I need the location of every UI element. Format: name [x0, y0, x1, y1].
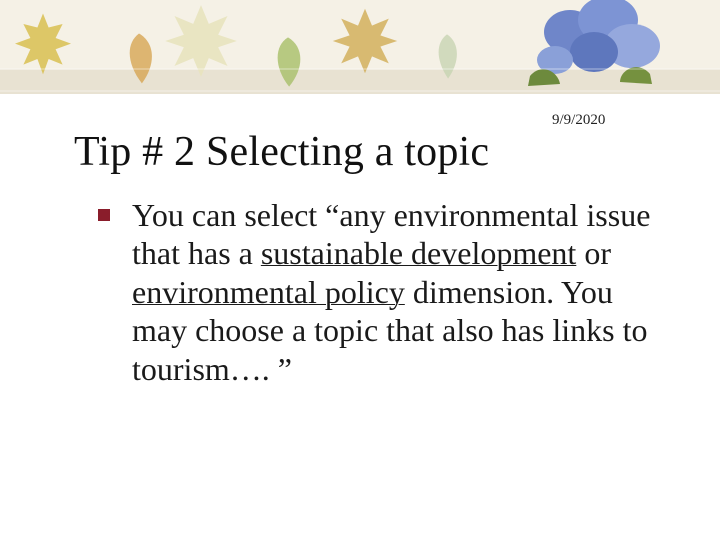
leaf-icon	[260, 34, 316, 90]
bullet-icon	[98, 209, 110, 221]
slide-date: 9/9/2020	[552, 112, 605, 129]
slide-title: Tip # 2 Selecting a topic	[74, 128, 489, 176]
maple-leaf-icon	[330, 6, 400, 76]
flower-icon	[500, 0, 690, 94]
leaf-icon	[110, 30, 168, 88]
leaf-icon	[420, 30, 474, 84]
slide-body: You can select “any environmental issue …	[98, 196, 668, 388]
body-paragraph: You can select “any environmental issue …	[132, 196, 668, 388]
decorative-banner	[0, 0, 720, 94]
